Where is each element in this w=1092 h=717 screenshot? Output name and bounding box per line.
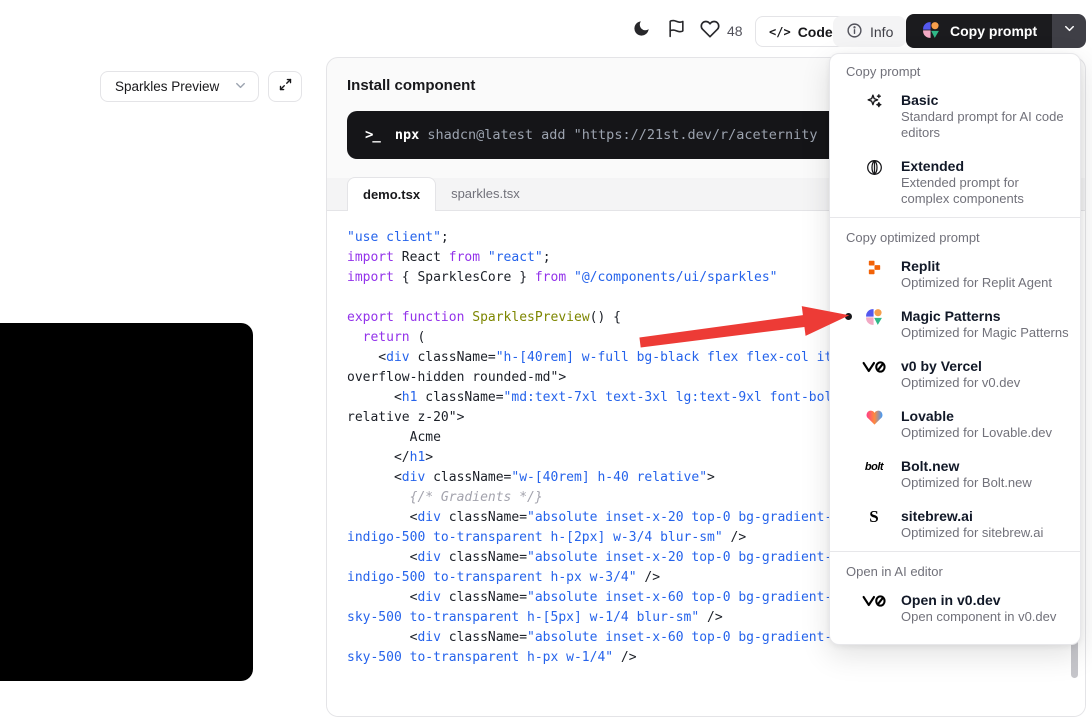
dark-mode-toggle[interactable]	[630, 20, 652, 42]
copy-prompt-label: Copy prompt	[950, 23, 1037, 39]
menu-item-basic[interactable]: BasicStandard prompt for AI code editors	[830, 85, 1080, 145]
menu-item-description: Optimized for Replit Agent	[901, 275, 1052, 291]
expand-icon	[278, 77, 293, 97]
info-tab-button[interactable]: Info	[833, 16, 906, 47]
menu-item-title: Bolt.new	[901, 457, 1032, 475]
menu-item-description: Open component in v0.dev	[901, 609, 1056, 625]
tab-demo-tsx[interactable]: demo.tsx	[347, 177, 436, 211]
preview-selector[interactable]: Sparkles Preview	[100, 71, 259, 102]
copy-prompt-menu: Copy prompt BasicStandard prompt for AI c…	[829, 53, 1081, 645]
v0-icon	[862, 356, 886, 378]
menu-item-replit[interactable]: ReplitOptimized for Replit Agent	[830, 251, 1080, 295]
fullscreen-button[interactable]	[268, 71, 302, 102]
code-button-label: Code	[798, 24, 833, 40]
menu-item-title: v0 by Vercel	[901, 357, 1020, 375]
menu-item-text: Magic PatternsOptimized for Magic Patter…	[901, 307, 1069, 341]
menu-item-description: Optimized for sitebrew.ai	[901, 525, 1043, 541]
replit-icon	[862, 256, 886, 278]
menu-item-lovable[interactable]: LovableOptimized for Lovable.dev	[830, 401, 1080, 445]
menu-item-description: Optimized for v0.dev	[901, 375, 1020, 391]
heart-icon	[700, 19, 720, 44]
menu-item-title: Lovable	[901, 407, 1052, 425]
menu-item-bolt-new[interactable]: bolt Bolt.newOptimized for Bolt.new	[830, 451, 1080, 495]
command-npx: npx	[395, 127, 419, 143]
menu-item-text: Open in v0.devOpen component in v0.dev	[901, 591, 1056, 625]
menu-item-title: sitebrew.ai	[901, 507, 1043, 525]
menu-item-text: BasicStandard prompt for AI code editors	[901, 91, 1070, 141]
code-icon: </>	[769, 25, 791, 39]
menu-item-sitebrew-ai[interactable]: Ssitebrew.aiOptimized for sitebrew.ai	[830, 501, 1080, 545]
menu-item-v0-by-vercel[interactable]: v0 by VercelOptimized for v0.dev	[830, 351, 1080, 395]
info-icon	[846, 22, 863, 42]
menu-item-description: Optimized for Magic Patterns	[901, 325, 1069, 341]
flag-button[interactable]	[665, 20, 687, 42]
terminal-prompt-icon: >_	[365, 127, 380, 143]
sitebrew-icon: S	[862, 506, 886, 528]
menu-item-description: Optimized for Bolt.new	[901, 475, 1032, 491]
menu-item-description: Extended prompt for complex components	[901, 175, 1070, 207]
bolt-icon: bolt	[862, 456, 886, 478]
menu-item-description: Optimized for Lovable.dev	[901, 425, 1052, 441]
magic-patterns-icon	[862, 306, 886, 328]
flag-icon	[667, 19, 686, 43]
chevron-down-icon	[233, 78, 248, 96]
copy-prompt-dropdown-toggle[interactable]	[1052, 14, 1086, 48]
like-button[interactable]	[699, 20, 721, 42]
code-line: sky-500 to-transparent h-px w-1/4" />	[347, 648, 1085, 668]
menu-item-text: Bolt.newOptimized for Bolt.new	[901, 457, 1032, 491]
menu-divider	[830, 217, 1080, 218]
menu-section-label: Open in AI editor	[830, 556, 1080, 585]
command-args: shadcn@latest add "https://21st.dev/r/ac…	[419, 127, 817, 143]
likes-count: 48	[727, 23, 743, 39]
menu-item-open-in-v0-dev[interactable]: Open in v0.devOpen component in v0.dev	[830, 585, 1080, 629]
chevron-down-icon	[1062, 21, 1077, 41]
menu-item-text: ReplitOptimized for Replit Agent	[901, 257, 1052, 291]
info-button-label: Info	[870, 24, 893, 40]
menu-item-text: ExtendedExtended prompt for complex comp…	[901, 157, 1070, 207]
menu-item-text: v0 by VercelOptimized for v0.dev	[901, 357, 1020, 391]
menu-item-extended[interactable]: ExtendedExtended prompt for complex comp…	[830, 151, 1080, 211]
copy-prompt-split-button: Copy prompt	[906, 14, 1086, 48]
menu-item-magic-patterns[interactable]: Magic PatternsOptimized for Magic Patter…	[830, 301, 1080, 345]
menu-item-title: Magic Patterns	[901, 307, 1069, 325]
menu-item-title: Replit	[901, 257, 1052, 275]
magic-patterns-icon	[921, 20, 941, 43]
page: 48 </> Code Info Copy prompt Sparkles Pr…	[0, 0, 1092, 681]
menu-item-title: Open in v0.dev	[901, 591, 1056, 609]
lovable-icon	[862, 406, 886, 428]
install-command: npx shadcn@latest add "https://21st.dev/…	[395, 127, 818, 143]
menu-divider	[830, 551, 1080, 552]
selected-bullet-icon	[845, 313, 852, 320]
menu-item-description: Standard prompt for AI code editors	[901, 109, 1070, 141]
menu-section-label: Copy optimized prompt	[830, 222, 1080, 251]
menu-item-title: Extended	[901, 157, 1070, 175]
preview-selector-label: Sparkles Preview	[115, 79, 219, 94]
moon-icon	[632, 19, 651, 43]
v0-icon	[862, 590, 886, 612]
menu-section-label: Copy prompt	[830, 60, 1080, 85]
menu-item-text: LovableOptimized for Lovable.dev	[901, 407, 1052, 441]
menu-item-text: sitebrew.aiOptimized for sitebrew.ai	[901, 507, 1043, 541]
component-preview-canvas	[0, 323, 253, 681]
tab-sparkles-tsx[interactable]: sparkles.tsx	[436, 177, 535, 210]
sparkles-icon	[862, 90, 886, 112]
menu-item-title: Basic	[901, 91, 1070, 109]
brain-icon	[862, 156, 886, 178]
copy-prompt-button[interactable]: Copy prompt	[906, 14, 1052, 48]
